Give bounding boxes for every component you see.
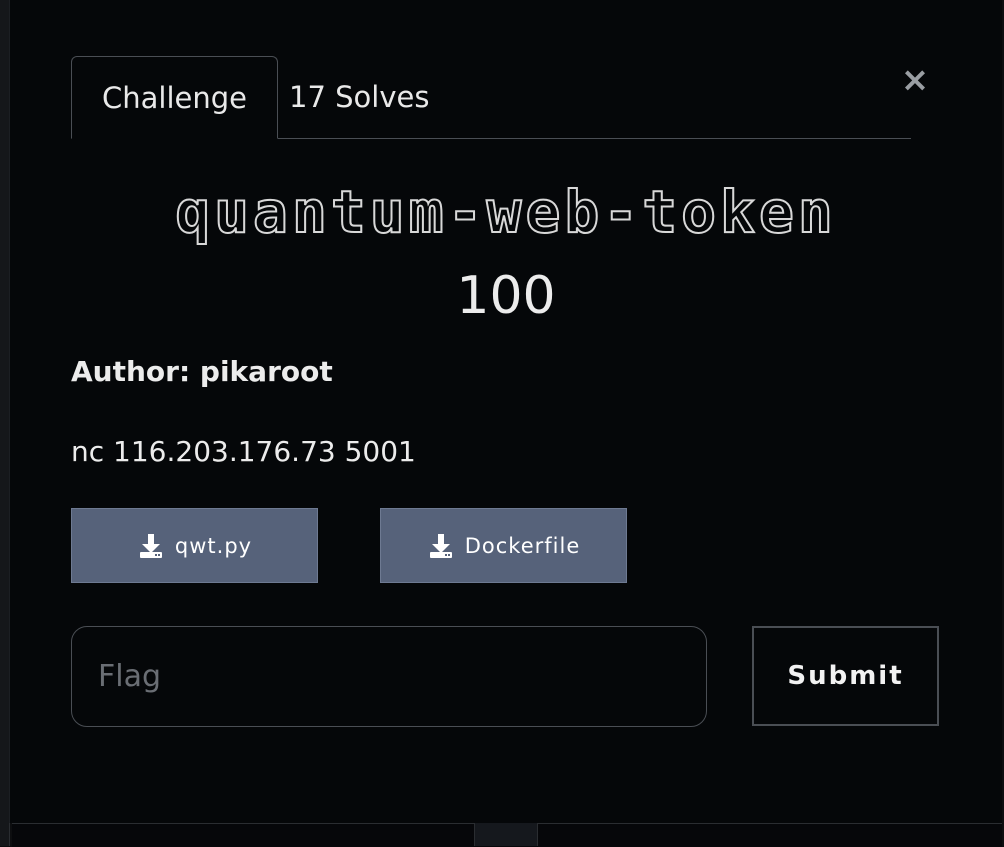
- download-icon: [427, 532, 455, 560]
- file-label: qwt.py: [174, 533, 253, 558]
- backdrop-bottom-cell: [474, 823, 538, 846]
- submit-button[interactable]: Submit: [752, 626, 939, 726]
- file-label: Dockerfile: [464, 533, 581, 558]
- tab-solves[interactable]: 17 Solves: [289, 56, 469, 137]
- flag-input[interactable]: [71, 626, 707, 727]
- download-dockerfile-button[interactable]: Dockerfile: [380, 508, 627, 583]
- download-qwt-button[interactable]: qwt.py: [71, 508, 318, 583]
- challenge-author: Author: pikaroot: [71, 355, 333, 388]
- challenge-description: nc 116.203.176.73 5001: [71, 435, 416, 468]
- tab-challenge[interactable]: Challenge: [71, 56, 278, 139]
- challenge-title: quantum-web-token: [174, 177, 837, 247]
- tab-bar: Challenge 17 Solves: [71, 56, 911, 139]
- download-icon: [137, 532, 165, 560]
- challenge-points: 100: [456, 266, 556, 326]
